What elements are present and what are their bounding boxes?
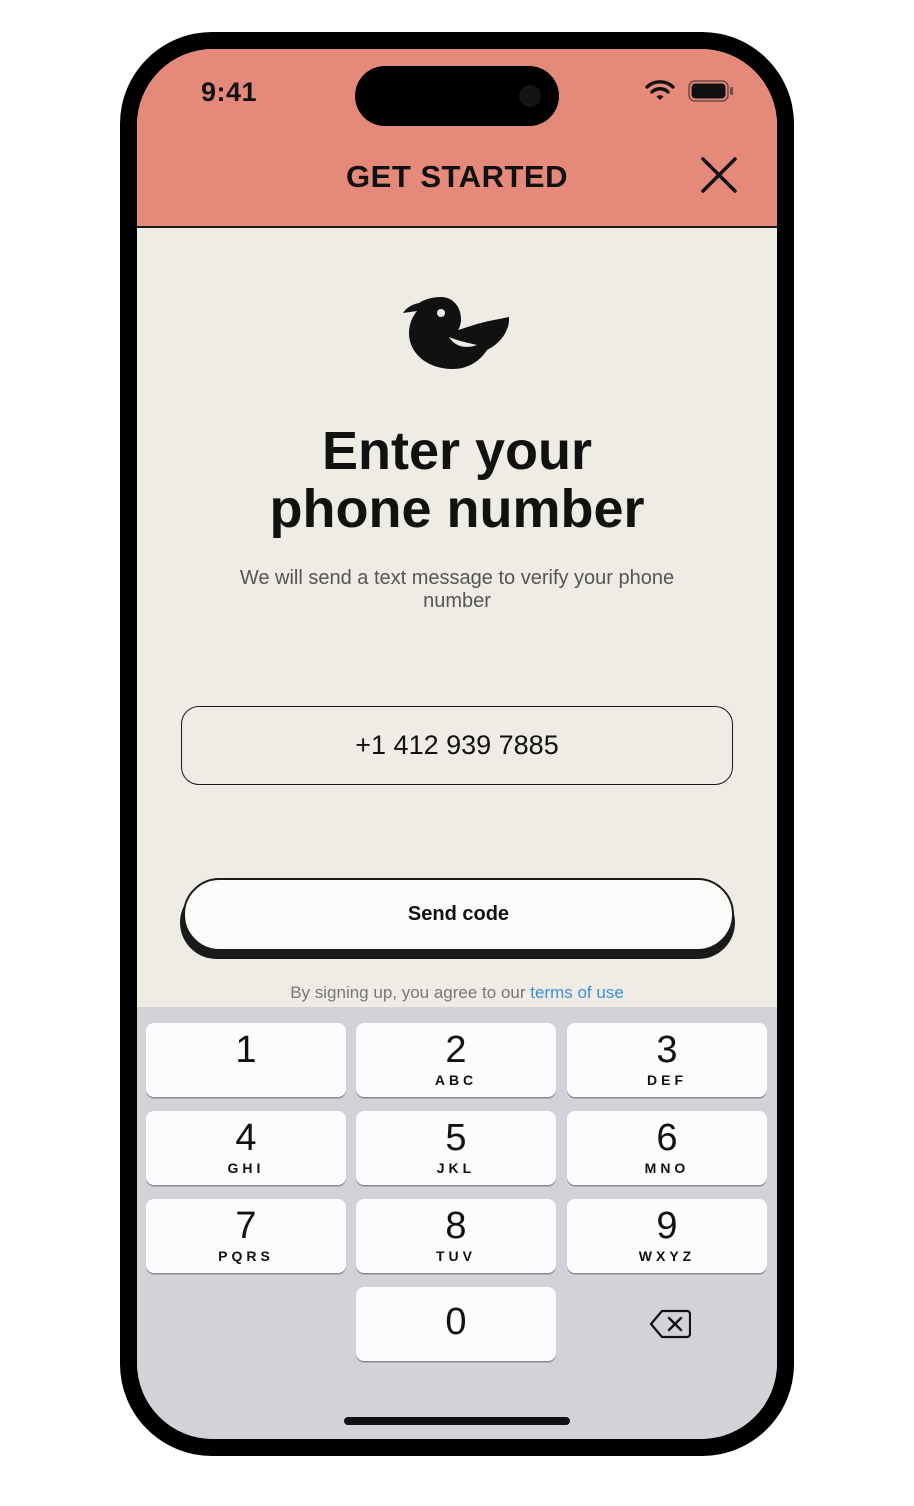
key-5[interactable]: 5 JKL [356,1111,556,1185]
terms-text: By signing up, you agree to our terms of… [137,983,777,1003]
subtitle: We will send a text message to verify yo… [239,567,675,612]
home-indicator [344,1417,570,1425]
numeric-keypad: 1 2 ABC 3 DEF 4 GHI 5 JKL 6 MNO 7 PQRS 8 TUV 9W… [137,1007,777,1439]
header: 9:41 GET STARTED [137,49,777,228]
key-7[interactable]: 7 PQRS [146,1199,346,1273]
key-1[interactable]: 1 [146,1023,346,1097]
status-time: 9:41 [201,77,258,107]
phone-number-input[interactable]: +1 412 939 7885 [181,706,733,785]
key-4[interactable]: 4 GHI [146,1111,346,1185]
page-title: GET STARTED [346,159,568,194]
key-8[interactable]: 8 TUV [356,1199,556,1273]
key-0[interactable]: 0 [356,1287,556,1361]
screen: 9:41 GET STARTED Enter your phone number… [137,49,777,1439]
terms-of-use-link[interactable]: terms of use [530,983,624,1002]
close-icon[interactable] [699,155,739,195]
heading-line-1: Enter your [321,421,593,481]
key-9[interactable]: 9 WXYZ [567,1199,767,1273]
backspace-icon[interactable] [649,1309,692,1344]
battery-icon [688,80,734,107]
key-6[interactable]: 6 MNO [567,1111,767,1185]
send-code-button[interactable]: Send code [183,878,734,951]
heading: Enter your phone number [137,422,777,538]
key-3[interactable]: 3 DEF [567,1023,767,1097]
heading-line-2: phone number [269,479,645,539]
terms-prefix: By signing up, you agree to our [290,983,531,1002]
bird-logo-icon [403,297,511,376]
key-2[interactable]: 2 ABC [356,1023,556,1097]
wifi-icon [645,79,675,106]
dynamic-island [355,66,559,126]
